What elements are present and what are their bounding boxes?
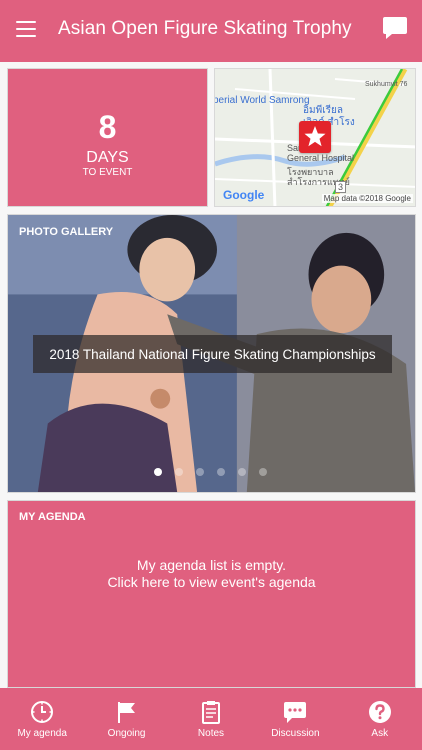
agenda-section-label: MY AGENDA: [19, 511, 86, 523]
tab-notes[interactable]: Notes: [169, 688, 253, 750]
bottom-tab-bar: My agenda Ongoing Notes Discussion Ask: [0, 688, 422, 750]
page-title: Asian Open Figure Skating Trophy: [58, 18, 352, 39]
map-label-hospital: General Hospital: [287, 153, 355, 163]
google-logo: Google: [223, 188, 265, 202]
map-attribution: Map data ©2018 Google: [321, 194, 413, 203]
gallery-pagination: [154, 468, 280, 476]
tab-label: Discussion: [271, 728, 320, 739]
main-content: 8 DAYS TO EVENT Sukhumvit 76 perial Worl…: [0, 62, 422, 688]
photo-gallery[interactable]: PHOTO GALLERY 2018 Thailand National Fig…: [7, 214, 416, 493]
flag-icon: [117, 702, 135, 723]
agenda-empty-message: My agenda list is empty. Click here to v…: [8, 557, 415, 591]
days-count: 8: [98, 109, 117, 145]
chat-icon: [284, 702, 307, 723]
clipboard-icon: [201, 701, 220, 724]
tab-discussion[interactable]: Discussion: [253, 688, 337, 750]
venue-map[interactable]: Sukhumvit 76 perial World Samrong อิมพีเ…: [214, 68, 416, 207]
gallery-dot[interactable]: [154, 468, 162, 476]
question-icon: [368, 701, 391, 723]
gallery-dot[interactable]: [196, 468, 204, 476]
view-agenda-link[interactable]: Click here to view event's agenda: [8, 574, 415, 591]
map-label-route: 3: [335, 181, 347, 193]
countdown-card: 8 DAYS TO EVENT: [7, 68, 208, 207]
gallery-dot[interactable]: [259, 468, 267, 476]
clock-icon: [31, 701, 54, 723]
gallery-dot[interactable]: [175, 468, 183, 476]
agenda-empty-line: My agenda list is empty.: [136, 557, 287, 573]
map-label-sukhumvit: Sukhumvit 76: [365, 81, 408, 88]
gallery-dot[interactable]: [217, 468, 225, 476]
tab-label: Notes: [197, 728, 225, 739]
tab-label: Ongoing: [107, 728, 146, 739]
star-marker-icon[interactable]: [299, 121, 331, 153]
tab-ask[interactable]: Ask: [338, 688, 422, 750]
tab-ongoing[interactable]: Ongoing: [84, 688, 168, 750]
tab-label: My agenda: [17, 728, 67, 739]
tab-my-agenda[interactable]: My agenda: [0, 688, 84, 750]
days-label: DAYS: [86, 149, 129, 166]
my-agenda-card[interactable]: MY AGENDA My agenda list is empty. Click…: [7, 500, 416, 688]
gallery-caption: 2018 Thailand National Figure Skating Ch…: [33, 335, 392, 373]
tab-label: Ask: [371, 728, 389, 739]
gallery-section-label: PHOTO GALLERY: [19, 226, 114, 238]
chat-bubble-icon[interactable]: [382, 16, 408, 40]
gallery-dot[interactable]: [238, 468, 246, 476]
to-event-label: TO EVENT: [82, 167, 133, 178]
app-header: Asian Open Figure Skating Trophy: [0, 0, 422, 62]
map-label-imperial: perial World Samrong: [214, 95, 310, 106]
hamburger-menu-icon[interactable]: [16, 21, 36, 37]
